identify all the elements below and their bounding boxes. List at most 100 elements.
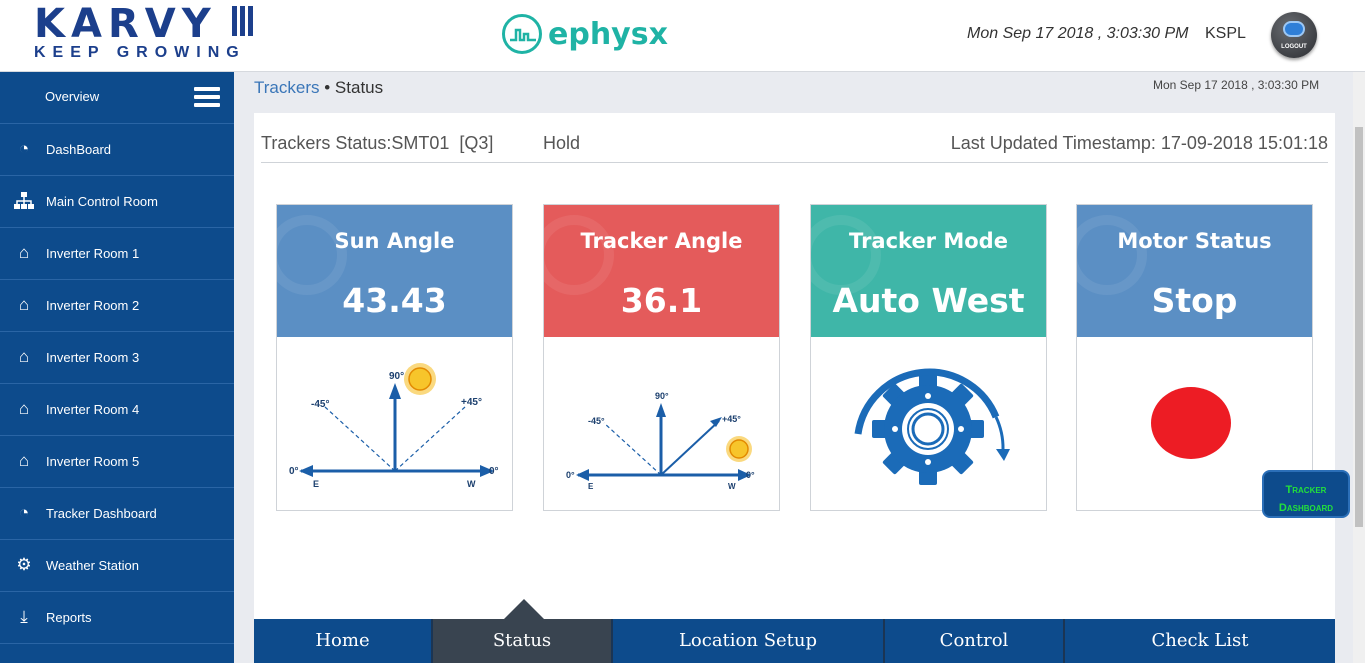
key-icon xyxy=(1283,21,1305,37)
gear-icon: ⚙ xyxy=(16,555,32,574)
download-icon: ⤓ xyxy=(20,607,28,626)
label-90: 90° xyxy=(389,371,404,382)
sidebar-item-label: Inverter Room 2 xyxy=(46,298,140,313)
card-title: Tracker Mode xyxy=(849,229,1008,253)
breadcrumb-datetime: Mon Sep 17 2018 , 3:03:30 PM xyxy=(1153,78,1320,92)
logo-bars-icon xyxy=(232,6,253,36)
breadcrumb-current: Status xyxy=(334,78,384,97)
sidebar-item-inverter-room-4[interactable]: ⌂ Inverter Room 4 xyxy=(0,384,234,436)
active-tab-indicator xyxy=(504,599,544,619)
tab-check-list[interactable]: Check List xyxy=(1065,619,1335,663)
label-east: E xyxy=(313,479,319,489)
label-minus-45: -45° xyxy=(588,416,605,426)
tracker-angle-value: 36.1 xyxy=(620,281,703,320)
panel-header: Trackers Status:SMT01 [Q3] Hold Last Upd… xyxy=(261,133,1328,163)
logout-button[interactable]: LOGOUT xyxy=(1271,12,1317,58)
sidebar-item-label: Inverter Room 4 xyxy=(46,402,140,417)
sun-angle-card: Sun Angle 43.43 90° -45° +45° 0° 0° E W xyxy=(276,204,513,511)
last-updated-timestamp: Last Updated Timestamp: 17-09-2018 15:01… xyxy=(950,133,1328,153)
breadcrumb: Trackers • Status xyxy=(254,78,383,98)
tab-control[interactable]: Control xyxy=(885,619,1065,663)
tab-location-setup[interactable]: Location Setup xyxy=(613,619,885,663)
ephysx-wordmark: ephysx xyxy=(548,16,668,52)
tracker-status-panel: Trackers Status:SMT01 [Q3] Hold Last Upd… xyxy=(254,113,1335,663)
sun-icon xyxy=(404,363,436,395)
sidebar-item-reports[interactable]: ⤓ Reports xyxy=(0,592,234,644)
sidebar-item-label: Tracker Dashboard xyxy=(46,506,157,521)
sidebar-item-label: Main Control Room xyxy=(46,194,158,209)
bottom-nav: Home Status Location Setup Control Check… xyxy=(254,619,1335,663)
tracker-mode-card-header: Tracker Mode Auto West xyxy=(811,205,1046,337)
sidebar-item-weather-station[interactable]: ⚙ Weather Station xyxy=(0,540,234,592)
sidebar-item-inverter-room-2[interactable]: ⌂ Inverter Room 2 xyxy=(0,280,234,332)
sun-icon xyxy=(726,436,752,462)
logo-tagline: KEEP GROWING xyxy=(34,44,246,61)
label-west: W xyxy=(467,479,476,489)
sitemap-icon xyxy=(13,192,35,210)
sidebar-item-label: Weather Station xyxy=(46,558,139,573)
label-right-zero: 0° xyxy=(489,466,499,477)
ephysx-logo-icon xyxy=(502,14,542,54)
tracker-mode-card: Tracker Mode Auto West xyxy=(810,204,1047,511)
motor-status-card: Motor Status Stop xyxy=(1076,204,1313,511)
label-minus-45: -45° xyxy=(311,399,329,410)
card-title: Tracker Angle xyxy=(580,229,743,253)
tracker-angle-diagram: 90° -45° +45° 0° 0° E W xyxy=(544,337,779,510)
sidebar-header: Overview xyxy=(0,72,234,124)
logo-wordmark: KARVY xyxy=(34,1,217,47)
sidebar-item-inverter-room-5[interactable]: ⌂ Inverter Room 5 xyxy=(0,436,234,488)
home-icon: ⌂ xyxy=(18,399,30,418)
header-datetime: Mon Sep 17 2018 , 3:03:30 PM xyxy=(967,25,1189,42)
sun-angle-value: 43.43 xyxy=(342,281,447,320)
label-east: E xyxy=(588,482,594,491)
sun-angle-card-header: Sun Angle 43.43 xyxy=(277,205,512,337)
tracker-angle-card: Tracker Angle 36.1 90° -45° +45° 0° 0° E… xyxy=(543,204,780,511)
home-icon: ⌂ xyxy=(18,451,30,470)
tracker-state: Hold xyxy=(543,133,581,153)
rotating-gear-icon xyxy=(854,368,1010,485)
label-plus-45: +45° xyxy=(461,397,482,408)
tracker-angle-card-header: Tracker Angle 36.1 xyxy=(544,205,779,337)
card-title: Sun Angle xyxy=(334,229,455,253)
label-90: 90° xyxy=(655,391,669,401)
home-icon: ⌂ xyxy=(18,243,30,262)
header-username: KSPL xyxy=(1205,25,1246,42)
label-plus-45: +45° xyxy=(722,414,741,424)
sidebar-item-label: Inverter Room 5 xyxy=(46,454,140,469)
breadcrumb-trackers-link[interactable]: Trackers xyxy=(254,78,320,97)
motor-status-card-header: Motor Status Stop xyxy=(1077,205,1312,337)
sun-angle-diagram: 90° -45° +45° 0° 0° E W xyxy=(277,337,512,510)
home-icon: ⌂ xyxy=(18,295,30,314)
tracker-dashboard-button[interactable]: Tracker Dashboard xyxy=(1262,470,1350,518)
karvy-logo: KARVY KEEP GROWING xyxy=(34,4,246,62)
logout-label: LOGOUT xyxy=(1281,44,1307,50)
page-scrollbar[interactable] xyxy=(1353,72,1365,663)
sidebar-overview-label: Overview xyxy=(45,89,100,104)
sidebar-item-inverter-room-1[interactable]: ⌂ Inverter Room 1 xyxy=(0,228,234,280)
dashboard-icon: ◔ xyxy=(18,503,30,522)
sidebar-item-tracker-dashboard[interactable]: ◔ Tracker Dashboard xyxy=(0,488,234,540)
home-icon: ⌂ xyxy=(18,347,30,366)
sidebar: Overview ◔ DashBoard Main Control Room ⌂… xyxy=(0,72,234,663)
tracker-mode-diagram xyxy=(811,337,1046,510)
hamburger-menu-icon[interactable] xyxy=(194,87,220,111)
motor-stop-indicator-icon xyxy=(1151,387,1231,459)
sidebar-item-main-control-room[interactable]: Main Control Room xyxy=(0,176,234,228)
sidebar-item-label: Inverter Room 3 xyxy=(46,350,140,365)
label-left-zero: 0° xyxy=(289,466,299,477)
scrollbar-thumb[interactable] xyxy=(1355,127,1363,527)
sidebar-item-inverter-room-3[interactable]: ⌂ Inverter Room 3 xyxy=(0,332,234,384)
label-right-zero: 0° xyxy=(746,470,755,480)
breadcrumb-separator: • xyxy=(324,78,331,97)
ephysx-logo: ephysx xyxy=(502,14,668,54)
app-header: KARVY KEEP GROWING ephysx Mon Sep 17 201… xyxy=(0,0,1365,72)
tracker-mode-value: Auto West xyxy=(832,281,1025,320)
tracker-status-title: Trackers Status:SMT01 [Q3] xyxy=(261,133,494,153)
sidebar-item-label: DashBoard xyxy=(46,142,112,157)
tab-home[interactable]: Home xyxy=(254,619,433,663)
sidebar-item-dashboard[interactable]: ◔ DashBoard xyxy=(0,124,234,176)
tab-status[interactable]: Status xyxy=(433,619,613,663)
label-left-zero: 0° xyxy=(566,470,575,480)
motor-status-value: Stop xyxy=(1151,281,1238,320)
label-west: W xyxy=(728,482,736,491)
